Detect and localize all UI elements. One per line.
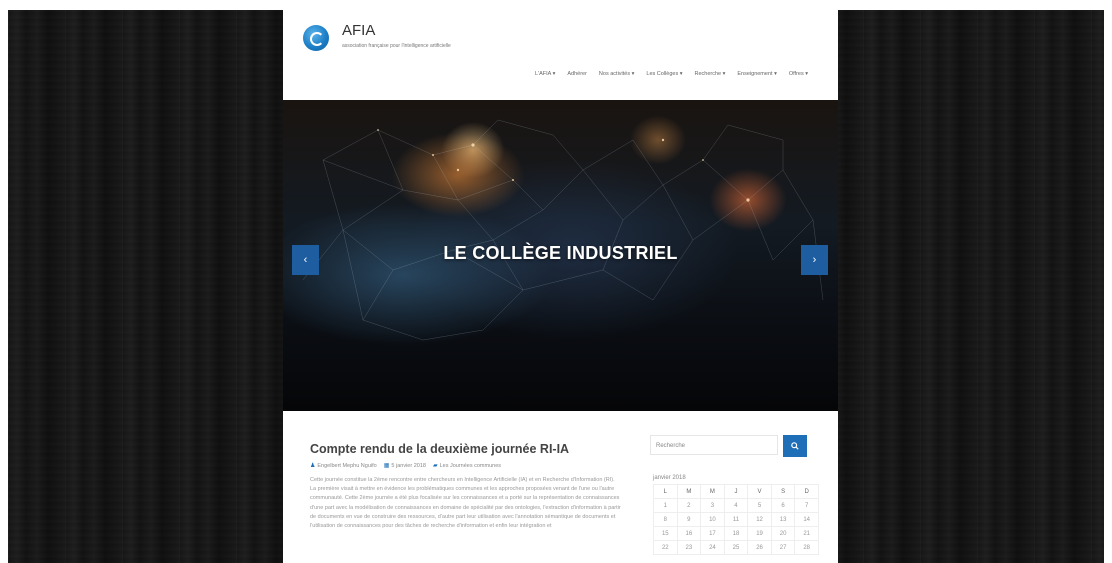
calendar-day[interactable]: 9 — [676, 512, 702, 527]
day-header: S — [770, 484, 796, 499]
day-header: M — [700, 484, 725, 499]
calendar-day[interactable]: 2 — [676, 498, 702, 513]
post-excerpt: Cette journée constitue la 2ème rencontr… — [310, 477, 621, 530]
nav-item-colleges[interactable]: Les Collèges ▾ — [646, 71, 682, 77]
calendar-day[interactable]: 11 — [723, 512, 749, 527]
calendar-day[interactable]: 23 — [676, 540, 702, 555]
main-nav: L'AFIA ▾ Adhérer Nos activités ▾ Les Col… — [535, 71, 808, 77]
day-header: M — [676, 484, 702, 499]
nav-item-enseignement[interactable]: Enseignement ▾ — [737, 71, 776, 77]
calendar-day[interactable]: 16 — [676, 526, 702, 541]
slider-next-button[interactable]: › — [801, 245, 828, 275]
calendar-day[interactable]: 14 — [794, 512, 819, 527]
calendar-header-row: L M M J V S D — [653, 484, 819, 499]
search-button[interactable] — [783, 435, 807, 457]
calendar-day[interactable]: 18 — [723, 526, 749, 541]
day-header: J — [723, 484, 749, 499]
nav-item-afia[interactable]: L'AFIA ▾ — [535, 71, 555, 77]
hero-slider[interactable]: LE COLLÈGE INDUSTRIEL ‹ › — [283, 100, 838, 411]
site-header: AFIA association française pour l'intell… — [283, 10, 838, 100]
calendar-day[interactable]: 27 — [770, 540, 796, 555]
calendar-week-row: 8 9 10 11 12 13 14 — [653, 512, 819, 527]
day-header: D — [794, 484, 819, 499]
calendar-day[interactable]: 10 — [700, 512, 725, 527]
day-header: V — [747, 484, 772, 499]
post-category[interactable]: ▰ Les Journées communes — [433, 462, 501, 469]
calendar-widget: janvier 2018 L M M J V S D 1 2 3 4 5 6 7 — [653, 475, 819, 555]
calendar-day[interactable]: 8 — [653, 512, 678, 527]
calendar-day[interactable]: 28 — [794, 540, 819, 555]
calendar-day[interactable]: 3 — [700, 498, 725, 513]
chevron-right-icon: › — [812, 254, 817, 266]
search-input[interactable]: Recherche — [650, 435, 778, 455]
nav-item-adherer[interactable]: Adhérer — [567, 71, 587, 77]
category-text[interactable]: Les Journées communes — [440, 463, 501, 469]
post-article: Compte rendu de la deuxième journée RI-I… — [310, 442, 622, 531]
author-name[interactable]: Engelbert Mephu Nguifo — [317, 463, 376, 469]
folder-icon: ▰ — [432, 463, 438, 469]
site-title[interactable]: AFIA — [342, 22, 375, 39]
slide-caption[interactable]: LE COLLÈGE INDUSTRIEL — [283, 243, 838, 264]
calendar-day[interactable]: 25 — [723, 540, 749, 555]
afia-logo[interactable] — [303, 25, 329, 51]
post-meta: ♟ Engelbert Mephu Nguifo ▦ 5 janvier 2018 … — [310, 462, 622, 469]
nav-item-recherche[interactable]: Recherche ▾ — [694, 71, 725, 77]
calendar-week-row: 1 2 3 4 5 6 7 — [653, 498, 819, 513]
chevron-left-icon: ‹ — [303, 254, 308, 266]
post-title[interactable]: Compte rendu de la deuxième journée RI-I… — [310, 442, 622, 456]
day-header: L — [653, 484, 678, 499]
calendar-day[interactable]: 26 — [747, 540, 772, 555]
calendar-day[interactable]: 21 — [794, 526, 819, 541]
calendar-day[interactable]: 6 — [770, 498, 796, 513]
post-date[interactable]: ▦ 5 janvier 2018 — [384, 462, 426, 469]
calendar-week-row: 22 23 24 25 26 27 28 — [653, 540, 819, 555]
nav-item-offres[interactable]: Offres ▾ — [789, 71, 808, 77]
calendar-day[interactable]: 5 — [747, 498, 772, 513]
calendar-day[interactable]: 24 — [700, 540, 725, 555]
calendar-day[interactable]: 4 — [723, 498, 749, 513]
user-icon: ♟ — [310, 463, 316, 469]
calendar-day[interactable]: 15 — [653, 526, 678, 541]
calendar-icon: ▦ — [383, 463, 390, 469]
slider-prev-button[interactable]: ‹ — [292, 245, 319, 275]
calendar-week-row: 15 16 17 18 19 20 21 — [653, 526, 819, 541]
calendar-table: L M M J V S D 1 2 3 4 5 6 7 8 9 10 11 12… — [653, 484, 819, 555]
search-icon — [791, 442, 799, 450]
calendar-day[interactable]: 19 — [747, 526, 772, 541]
sidebar-search: Recherche — [650, 435, 807, 457]
calendar-day[interactable]: 13 — [770, 512, 796, 527]
date-text[interactable]: 5 janvier 2018 — [391, 463, 426, 469]
page-container: AFIA association française pour l'intell… — [283, 10, 838, 563]
calendar-day[interactable]: 12 — [747, 512, 772, 527]
nav-item-activites[interactable]: Nos activités ▾ — [599, 71, 634, 77]
site-tagline: association française pour l'intelligenc… — [342, 43, 451, 49]
calendar-day[interactable]: 1 — [653, 498, 678, 513]
post-author[interactable]: ♟ Engelbert Mephu Nguifo — [310, 462, 377, 469]
calendar-caption: janvier 2018 — [653, 475, 686, 481]
calendar-day[interactable]: 22 — [653, 540, 678, 555]
calendar-day[interactable]: 17 — [700, 526, 725, 541]
calendar-day[interactable]: 20 — [770, 526, 796, 541]
calendar-day[interactable]: 7 — [794, 498, 819, 513]
